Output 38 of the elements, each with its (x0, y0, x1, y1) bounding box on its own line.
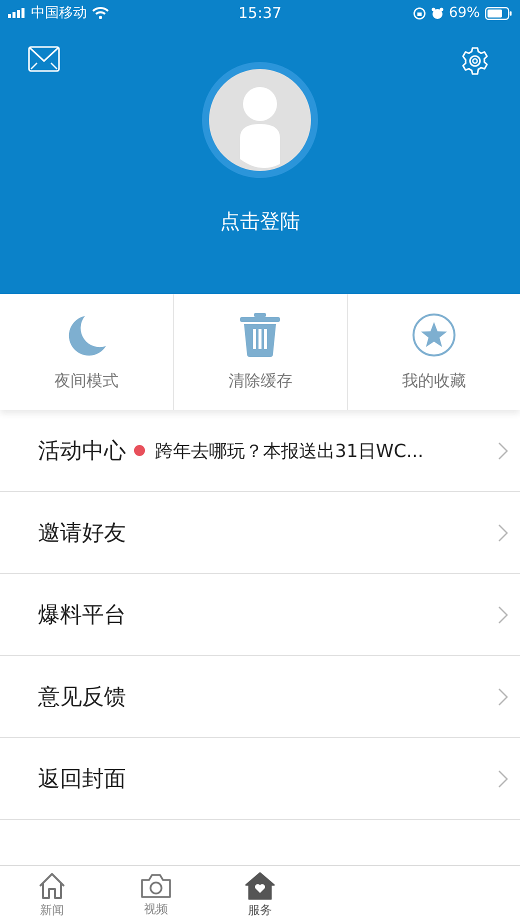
rotation-lock-icon (412, 6, 426, 20)
tab-item[interactable]: 视频 (104, 866, 208, 924)
menu-label: 邀请好友 (38, 520, 126, 548)
tab-item[interactable]: 新闻 (0, 866, 104, 924)
chevron-right-icon (498, 442, 508, 460)
menu-label: 爆料平台 (38, 602, 126, 630)
quick-action[interactable]: 清除缓存 (173, 294, 347, 410)
house-heart-icon (245, 872, 275, 900)
menu-label: 返回封面 (38, 766, 126, 794)
camera-icon (140, 872, 172, 898)
menu-row[interactable]: 邀请好友 (0, 492, 520, 574)
quick-action[interactable]: 我的收藏 (346, 294, 520, 410)
tab-item[interactable]: 服务 (208, 866, 312, 924)
menu-row[interactable]: 活动中心 跨年去哪玩？本报送出31日WC... (0, 410, 520, 492)
chevron-right-icon (498, 524, 508, 542)
quick-action[interactable]: 夜间模式 (0, 294, 174, 410)
login-link[interactable]: 点击登陆 (220, 208, 300, 235)
carrier-name: 中国移动 (31, 4, 87, 22)
menu-row[interactable]: 爆料平台 (0, 574, 520, 656)
menu-label: 活动中心 (38, 438, 126, 466)
menu-label: 意见反馈 (38, 684, 126, 712)
chevron-right-icon (498, 770, 508, 788)
signal-icon (8, 8, 26, 18)
menu-detail: 跨年去哪玩？本报送出31日WC... (155, 440, 424, 462)
settings-icon[interactable] (460, 46, 490, 76)
moon-icon (66, 315, 107, 357)
chevron-right-icon (498, 606, 508, 624)
avatar-icon[interactable] (202, 62, 318, 178)
menu-row[interactable]: 意见反馈 (0, 656, 520, 738)
home-icon (37, 872, 67, 900)
chevron-right-icon (498, 688, 508, 706)
wifi-icon (92, 7, 109, 19)
mail-icon[interactable] (28, 46, 60, 72)
menu-row[interactable]: 返回封面 (0, 738, 520, 820)
battery-percent: 69% (448, 5, 480, 21)
battery-icon (484, 6, 512, 20)
trash-icon (240, 313, 280, 357)
clock-time: 15:37 (238, 4, 282, 22)
